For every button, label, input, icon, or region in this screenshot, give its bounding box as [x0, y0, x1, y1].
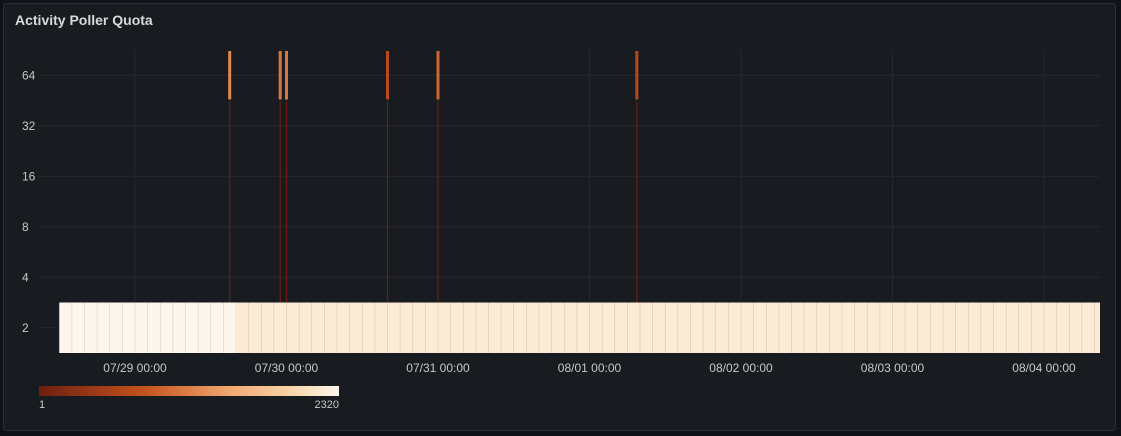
heatmap-spike-column — [636, 101, 638, 303]
y-tick-label: 16 — [22, 169, 36, 183]
heatmap-spike-column — [229, 101, 231, 303]
y-tick-label: 32 — [22, 119, 36, 133]
heatmap-spike-top — [285, 51, 288, 100]
legend-min-label: 1 — [39, 399, 45, 411]
heatmap-cell — [236, 302, 1100, 353]
x-tick-label: 08/02 00:00 — [709, 361, 773, 375]
legend-max-label: 2320 — [315, 399, 339, 411]
y-tick-label: 2 — [22, 321, 29, 335]
heatmap-chart[interactable]: 2 4 8 16 32 64 07/29 00:00 07/30 00:00 07/31 00:… — [0, 0, 1121, 436]
x-tick-label: 08/03 00:00 — [861, 361, 925, 375]
heatmap-spike-top — [278, 51, 282, 100]
y-tick-label: 64 — [22, 68, 36, 82]
legend-color-bar — [39, 386, 339, 396]
heatmap-spike-top — [386, 51, 389, 100]
heatmap-spike-top — [228, 51, 232, 100]
heatmap-spike-top — [635, 51, 639, 100]
heatmap-spike-column — [386, 101, 389, 303]
heatmap-spike-top — [436, 51, 440, 100]
x-tick-label: 08/01 00:00 — [558, 361, 622, 375]
y-tick-label: 4 — [22, 270, 29, 284]
heatmap-spike-column — [285, 101, 288, 303]
x-tick-label: 07/31 00:00 — [406, 361, 470, 375]
x-tick-label: 08/04 00:00 — [1012, 361, 1076, 375]
x-tick-label: 07/29 00:00 — [103, 361, 167, 375]
y-tick-label: 8 — [22, 220, 29, 234]
x-tick-label: 07/30 00:00 — [255, 361, 319, 375]
heatmap-spike-column — [279, 101, 281, 303]
heatmap-spike-column — [437, 101, 439, 303]
